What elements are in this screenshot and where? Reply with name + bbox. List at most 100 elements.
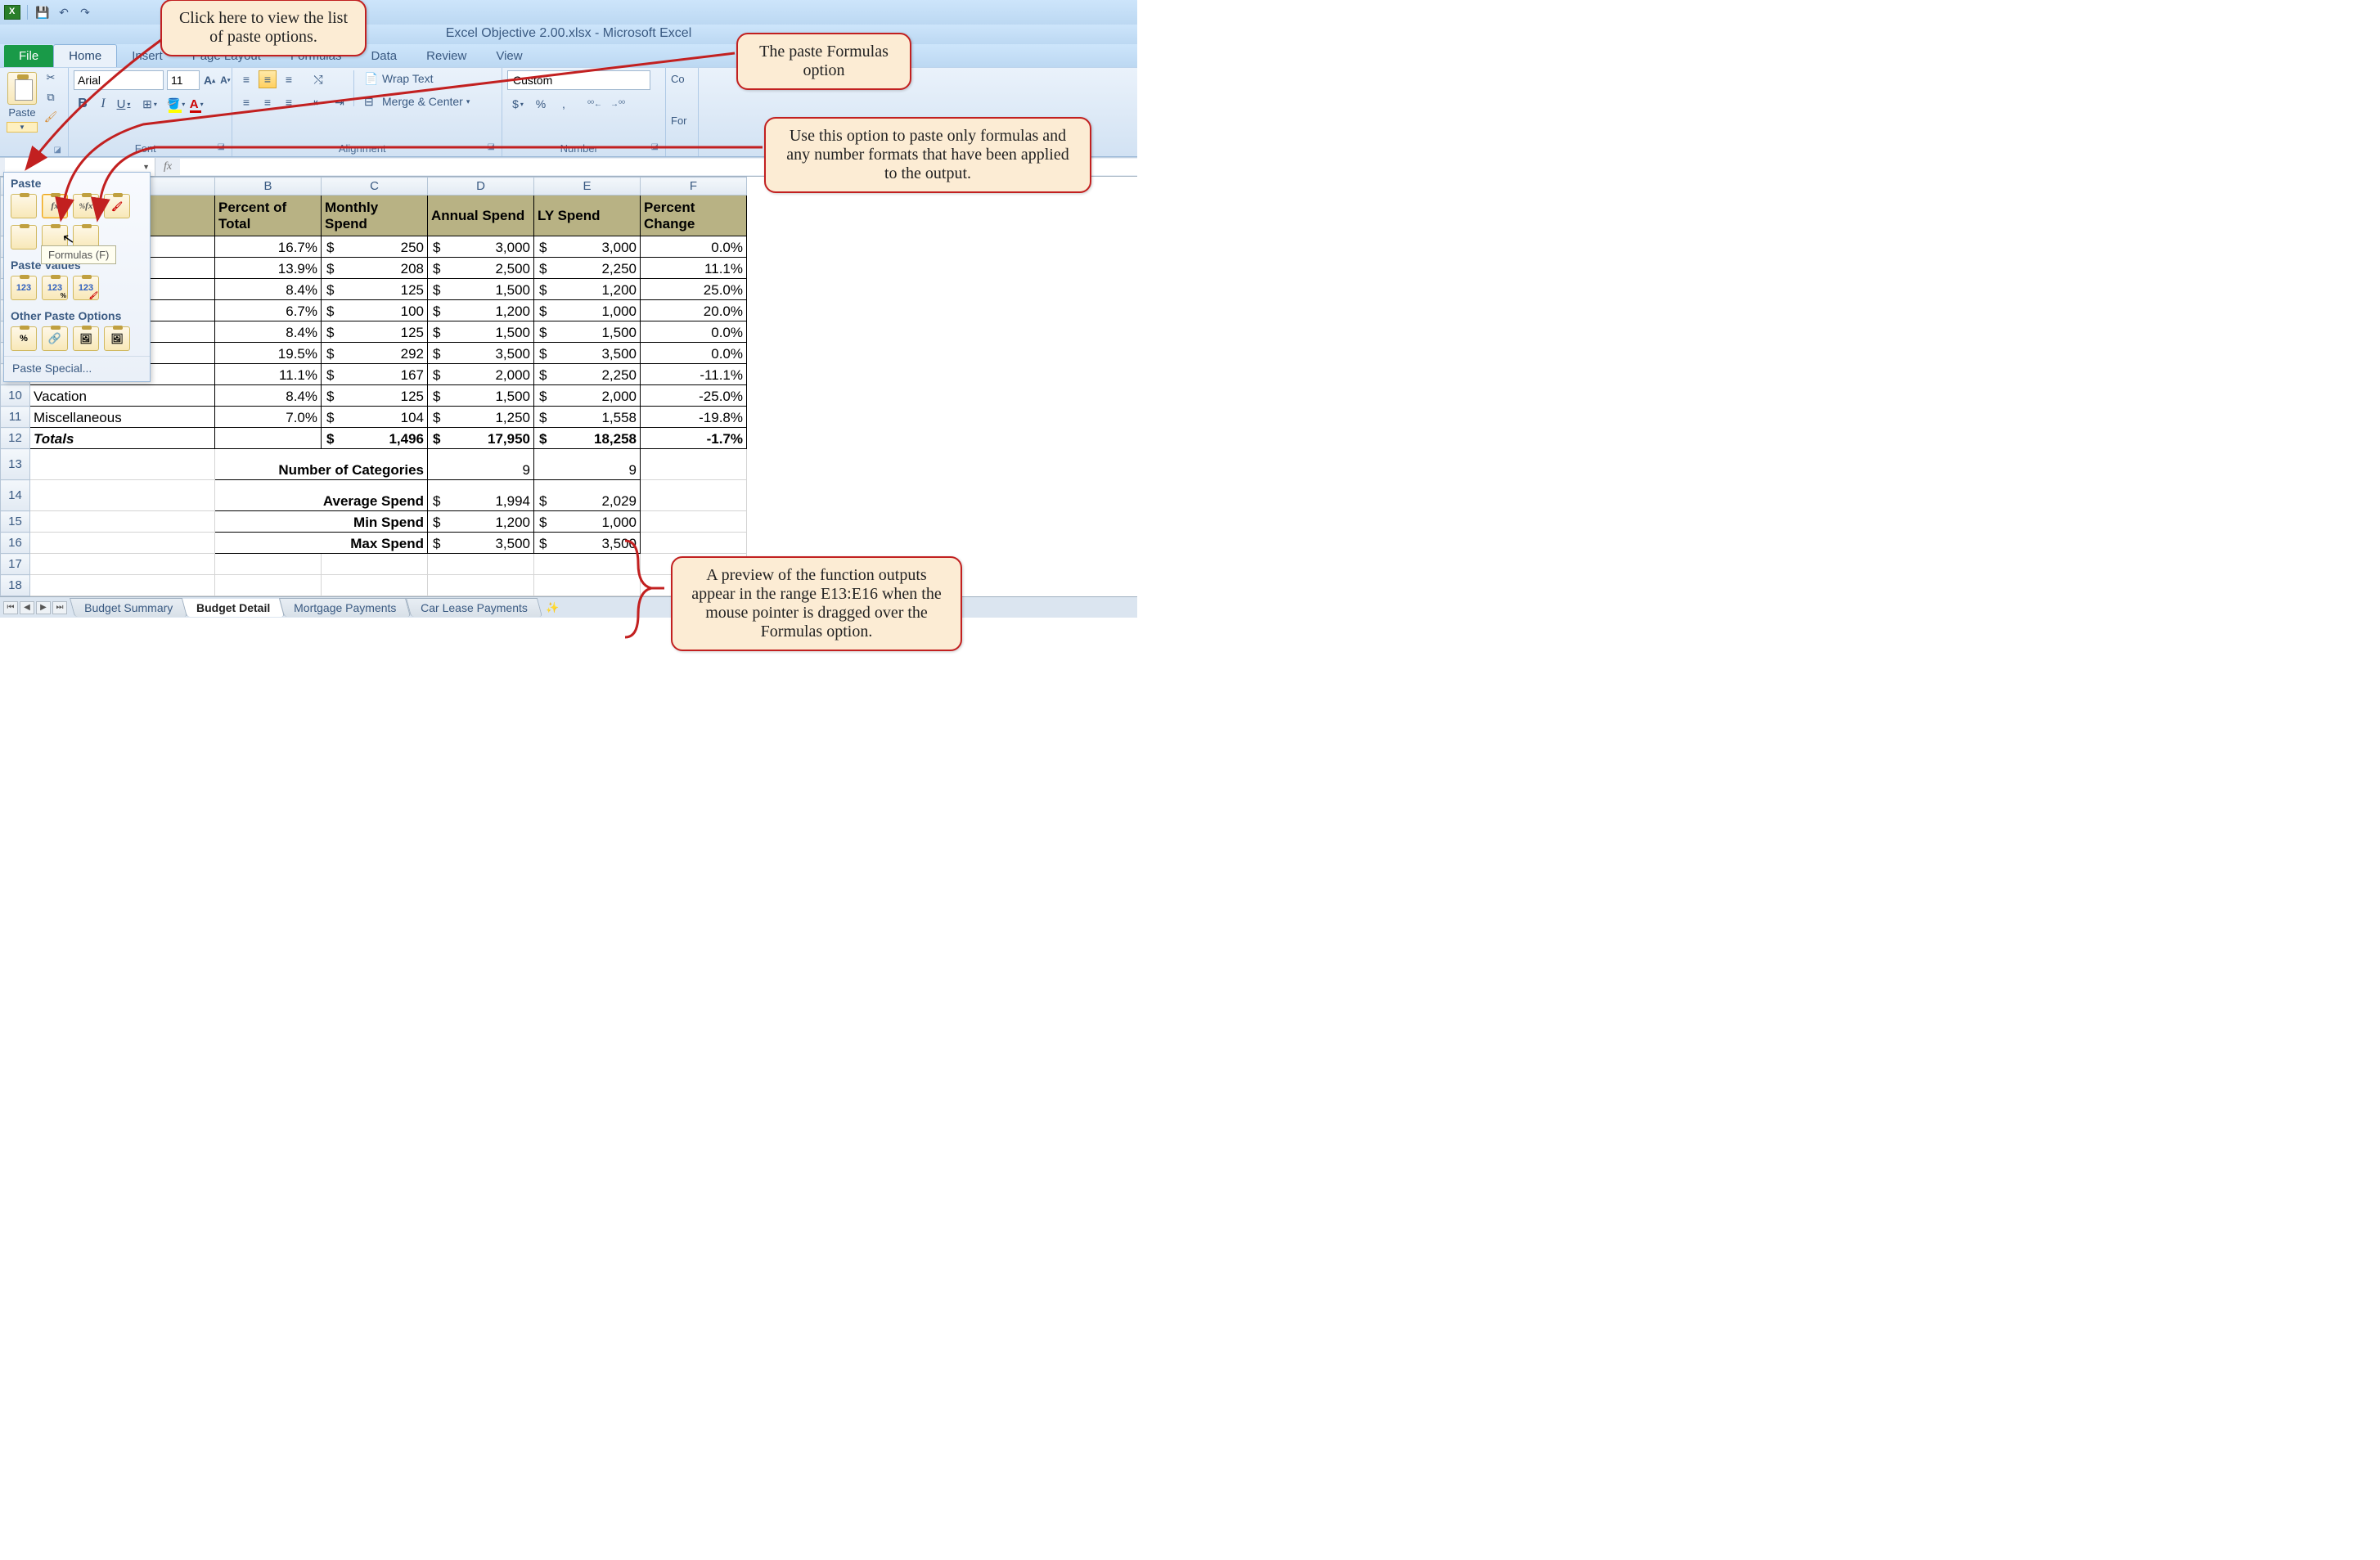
cell-empty[interactable] <box>30 480 215 511</box>
summary-e[interactable]: $2,029 <box>534 480 641 511</box>
totals-C[interactable]: $1,496 <box>322 428 428 449</box>
cell-annual[interactable]: $1,250 <box>428 407 534 428</box>
summary-d[interactable]: $3,500 <box>428 533 534 554</box>
cell[interactable] <box>428 575 534 596</box>
cell-pct[interactable]: 8.4% <box>215 279 322 300</box>
cell-monthly[interactable]: $167 <box>322 364 428 385</box>
tab-view[interactable]: View <box>481 45 537 67</box>
cell-change[interactable]: 11.1% <box>641 258 747 279</box>
header-cell-D[interactable]: Annual Spend <box>428 196 534 236</box>
align-left-button[interactable]: ≡ <box>237 93 255 111</box>
summary-d[interactable]: $1,994 <box>428 480 534 511</box>
cell-pct[interactable]: 11.1% <box>215 364 322 385</box>
tab-review[interactable]: Review <box>412 45 481 67</box>
header-cell-C[interactable]: Monthly Spend <box>322 196 428 236</box>
cell-change[interactable]: 25.0% <box>641 279 747 300</box>
decrease-indent-button[interactable]: ⇤ <box>309 93 327 111</box>
sheet-nav-first[interactable]: ⏮ <box>3 601 18 614</box>
cell-monthly[interactable]: $104 <box>322 407 428 428</box>
cell-change[interactable]: -11.1% <box>641 364 747 385</box>
cell-annual[interactable]: $1,500 <box>428 279 534 300</box>
align-right-button[interactable]: ≡ <box>280 93 298 111</box>
paste-option-values-number[interactable]: 123% <box>42 276 68 300</box>
cell-annual[interactable]: $1,500 <box>428 385 534 407</box>
italic-button[interactable]: I <box>94 95 112 113</box>
cell-monthly[interactable]: $292 <box>322 343 428 364</box>
merge-center-button[interactable]: ⊟Merge & Center ▾ <box>359 93 475 110</box>
cell-label[interactable]: Vacation <box>30 385 215 407</box>
sheet-nav-prev[interactable]: ◀ <box>20 601 34 614</box>
cell-ly[interactable]: $1,558 <box>534 407 641 428</box>
summary-e[interactable]: 9 <box>534 449 641 480</box>
summary-label[interactable]: Max Spend <box>215 533 428 554</box>
insert-sheet-button[interactable]: ✨ <box>543 600 561 615</box>
align-center-button[interactable]: ≡ <box>259 93 277 111</box>
row-header[interactable]: 16 <box>1 533 30 554</box>
header-cell-B[interactable]: Percent of Total <box>215 196 322 236</box>
cell-empty[interactable] <box>641 480 747 511</box>
cell[interactable] <box>30 554 215 575</box>
totals-D[interactable]: $17,950 <box>428 428 534 449</box>
cell-change[interactable]: -25.0% <box>641 385 747 407</box>
cell-monthly[interactable]: $250 <box>322 236 428 258</box>
cell-change[interactable]: 0.0% <box>641 321 747 343</box>
cell-empty[interactable] <box>30 533 215 554</box>
cell[interactable] <box>428 554 534 575</box>
cell-label[interactable]: Miscellaneous <box>30 407 215 428</box>
undo-button[interactable]: ↶ <box>56 5 72 20</box>
cut-button[interactable]: ✂ <box>43 71 59 86</box>
cell[interactable] <box>215 554 322 575</box>
row-header[interactable]: 14 <box>1 480 30 511</box>
shrink-font-button[interactable]: A▾ <box>219 70 231 90</box>
summary-label[interactable]: Number of Categories <box>215 449 428 480</box>
alignment-launcher[interactable]: ◪ <box>488 142 495 151</box>
increase-decimal-button[interactable]: ⁰⁰← <box>584 95 605 113</box>
totals-E[interactable]: $18,258 <box>534 428 641 449</box>
sheet-nav-next[interactable]: ▶ <box>36 601 51 614</box>
col-header-B[interactable]: B <box>215 178 322 196</box>
paste-option-no-border[interactable] <box>11 225 37 250</box>
paste-option-paste[interactable] <box>11 194 37 218</box>
sheet-tab-mortgage[interactable]: Mortgage Payments <box>279 598 411 617</box>
sheet-tab-budget-detail[interactable]: Budget Detail <box>182 599 285 617</box>
summary-label[interactable]: Min Spend <box>215 511 428 533</box>
save-button[interactable]: 💾 <box>34 5 51 20</box>
cell-pct[interactable]: 8.4% <box>215 321 322 343</box>
col-header-C[interactable]: C <box>322 178 428 196</box>
fx-icon[interactable]: fx <box>155 160 180 173</box>
cell-annual[interactable]: $2,000 <box>428 364 534 385</box>
cell-monthly[interactable]: $125 <box>322 321 428 343</box>
percent-button[interactable]: % <box>530 95 551 113</box>
sheet-tab-car-lease[interactable]: Car Lease Payments <box>406 598 542 617</box>
totals-F[interactable]: -1.7% <box>641 428 747 449</box>
bold-button[interactable]: B <box>74 95 92 113</box>
redo-button[interactable]: ↷ <box>77 5 93 20</box>
cell[interactable] <box>30 575 215 596</box>
cell[interactable] <box>215 575 322 596</box>
cell-ly[interactable]: $2,250 <box>534 258 641 279</box>
cell-pct[interactable]: 16.7% <box>215 236 322 258</box>
summary-e[interactable]: $1,000 <box>534 511 641 533</box>
cell-annual[interactable]: $1,500 <box>428 321 534 343</box>
row-header[interactable]: 10 <box>1 385 30 407</box>
sheet-tab-budget-summary[interactable]: Budget Summary <box>70 598 187 617</box>
row-header[interactable]: 18 <box>1 575 30 596</box>
cell-ly[interactable]: $2,250 <box>534 364 641 385</box>
cell-pct[interactable]: 7.0% <box>215 407 322 428</box>
paste-option-picture[interactable]: 🖼 <box>73 326 99 351</box>
cell-pct[interactable]: 13.9% <box>215 258 322 279</box>
cell-change[interactable]: -19.8% <box>641 407 747 428</box>
currency-button[interactable]: $ <box>507 95 529 113</box>
cell-ly[interactable]: $1,000 <box>534 300 641 321</box>
number-format-select[interactable] <box>507 70 650 90</box>
font-name-select[interactable] <box>74 70 164 90</box>
summary-d[interactable]: 9 <box>428 449 534 480</box>
copy-button[interactable]: ⧉ <box>43 91 59 106</box>
col-header-F[interactable]: F <box>641 178 747 196</box>
row-header[interactable]: 13 <box>1 449 30 480</box>
summary-label[interactable]: Average Spend <box>215 480 428 511</box>
cell-monthly[interactable]: $125 <box>322 385 428 407</box>
col-header-D[interactable]: D <box>428 178 534 196</box>
sheet-nav-last[interactable]: ⏭ <box>52 601 67 614</box>
align-middle-button[interactable]: ≡ <box>259 70 277 88</box>
